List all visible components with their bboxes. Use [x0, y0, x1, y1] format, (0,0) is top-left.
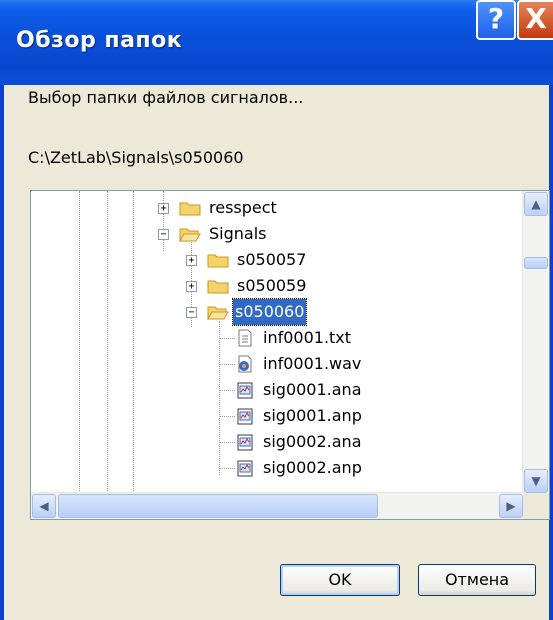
tree-item-label: sig0002.anp	[263, 458, 362, 477]
tree-item-s050059[interactable]: + s050059	[31, 273, 511, 299]
close-icon: X	[525, 2, 547, 35]
scroll-left-button[interactable]: ◀	[32, 494, 56, 518]
media-file-icon	[238, 355, 252, 373]
tree-item-label: sig0002.ana	[263, 432, 362, 451]
signal-file-icon	[237, 460, 253, 477]
signal-file-icon	[237, 434, 253, 451]
tree-guide-line	[219, 416, 235, 417]
expand-icon[interactable]: +	[158, 203, 169, 214]
signal-file-icon	[237, 408, 253, 425]
browse-folders-dialog: Обзор папок ? X Выбор папки файлов сигна…	[0, 0, 553, 620]
arrow-down-icon: ▼	[531, 474, 541, 488]
selected-path: C:\ZetLab\Signals\s050060	[28, 148, 244, 167]
dialog-title: Обзор папок	[16, 28, 183, 53]
tree-item-label: sig0001.ana	[263, 380, 362, 399]
arrow-right-icon: ▶	[506, 499, 516, 513]
tree-guide-line	[219, 364, 235, 365]
tree-item-label: resspect	[209, 198, 277, 217]
horizontal-scroll-thumb[interactable]	[58, 494, 378, 518]
signal-file-icon	[237, 382, 253, 399]
tree-item-sig0001-ana[interactable]: sig0001.ana	[31, 377, 511, 403]
tree-item-resspect[interactable]: + resspect	[31, 195, 511, 221]
arrow-up-icon: ▲	[531, 197, 541, 211]
folder-icon	[207, 280, 229, 294]
tree-item-sig0002-ana[interactable]: sig0002.ana	[31, 429, 511, 455]
open-folder-icon	[207, 306, 229, 320]
tree-item-label: s050057	[237, 250, 307, 269]
close-button[interactable]: X	[517, 0, 553, 40]
tree-item-sig0001-anp[interactable]: sig0001.anp	[31, 403, 511, 429]
expand-icon[interactable]: +	[186, 255, 197, 266]
help-icon: ?	[487, 2, 505, 35]
collapse-icon[interactable]: −	[186, 307, 197, 318]
dialog-description: Выбор папки файлов сигналов...	[28, 88, 304, 107]
tree-item-label: inf0001.txt	[263, 328, 352, 347]
open-folder-icon	[179, 228, 201, 242]
text-file-icon	[238, 329, 252, 347]
tree-item-signals[interactable]: − Signals	[31, 221, 511, 247]
tree-item-label: s050059	[237, 276, 307, 295]
tree-guide-line	[219, 442, 235, 443]
tree-guide-line	[219, 338, 235, 339]
ok-button[interactable]: OK	[280, 564, 400, 596]
folder-icon	[207, 254, 229, 268]
help-button[interactable]: ?	[476, 0, 516, 40]
tree-item-s050060[interactable]: − s050060	[31, 298, 511, 326]
vertical-scroll-thumb[interactable]	[524, 257, 548, 269]
vertical-scrollbar[interactable]: ▲ ▼	[522, 191, 549, 495]
tree-item-label: inf0001.wav	[263, 354, 362, 373]
tree-item-label: Signals	[209, 224, 267, 243]
scroll-up-button[interactable]: ▲	[524, 192, 548, 216]
folder-tree[interactable]: + resspect − Signals + s050057 + s050059…	[30, 190, 550, 520]
tree-item-label: sig0001.anp	[263, 406, 362, 425]
tree-guide-line	[219, 390, 235, 391]
folder-icon	[179, 202, 201, 216]
arrow-left-icon: ◀	[39, 499, 49, 513]
horizontal-scrollbar[interactable]: ◀ ▶	[31, 492, 525, 519]
expand-icon[interactable]: +	[186, 281, 197, 292]
title-bar[interactable]: Обзор папок ? X	[0, 0, 553, 85]
cancel-button[interactable]: Отмена	[418, 564, 536, 596]
scrollbar-corner	[523, 493, 549, 519]
tree-item-sig0002-anp[interactable]: sig0002.anp	[31, 455, 511, 481]
collapse-icon[interactable]: −	[158, 229, 169, 240]
tree-item-s050057[interactable]: + s050057	[31, 247, 511, 273]
tree-item-label: s050060	[231, 298, 308, 326]
tree-item-inf0001-wav[interactable]: inf0001.wav	[31, 351, 511, 377]
scroll-down-button[interactable]: ▼	[524, 469, 548, 493]
tree-item-inf0001-txt[interactable]: inf0001.txt	[31, 325, 511, 351]
scroll-right-button[interactable]: ▶	[499, 494, 523, 518]
tree-guide-line	[219, 468, 235, 469]
